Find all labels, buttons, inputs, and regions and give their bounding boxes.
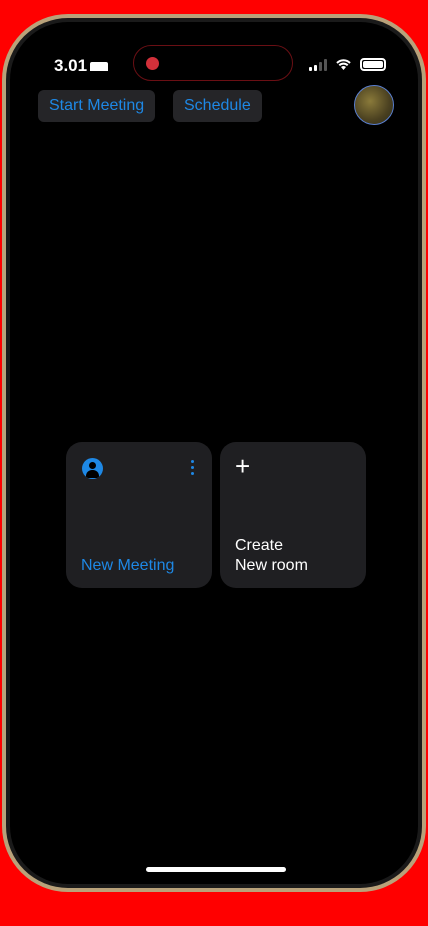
- wifi-icon: [336, 59, 351, 70]
- dynamic-island: [133, 45, 293, 81]
- create-room-label: Create New room: [235, 536, 308, 576]
- create-line1: Create: [235, 537, 284, 554]
- sleep-focus-icon: [90, 61, 109, 71]
- new-meeting-label: New Meeting: [81, 557, 175, 574]
- signal-icon: [309, 59, 327, 71]
- create-line2: New room: [235, 557, 308, 574]
- person-icon: [82, 458, 103, 479]
- start-meeting-button[interactable]: Start Meeting: [38, 90, 156, 122]
- recording-indicator-icon: [146, 57, 159, 70]
- create-room-card[interactable]: + Create New room: [220, 442, 366, 588]
- plus-icon: +: [235, 451, 251, 481]
- schedule-button[interactable]: Schedule: [173, 90, 262, 122]
- time-text: 3.01: [54, 56, 88, 75]
- new-meeting-card[interactable]: New Meeting: [66, 442, 212, 588]
- status-time: 3.01: [54, 56, 109, 76]
- more-options-icon[interactable]: [191, 460, 194, 475]
- status-icons: [309, 58, 386, 71]
- phone-frame: 3.01 Start Meeting Schedule New Meeting …: [2, 14, 426, 892]
- home-indicator[interactable]: [146, 867, 286, 872]
- screen: 3.01 Start Meeting Schedule New Meeting …: [10, 22, 418, 884]
- avatar[interactable]: [354, 85, 394, 125]
- battery-icon: [360, 58, 386, 71]
